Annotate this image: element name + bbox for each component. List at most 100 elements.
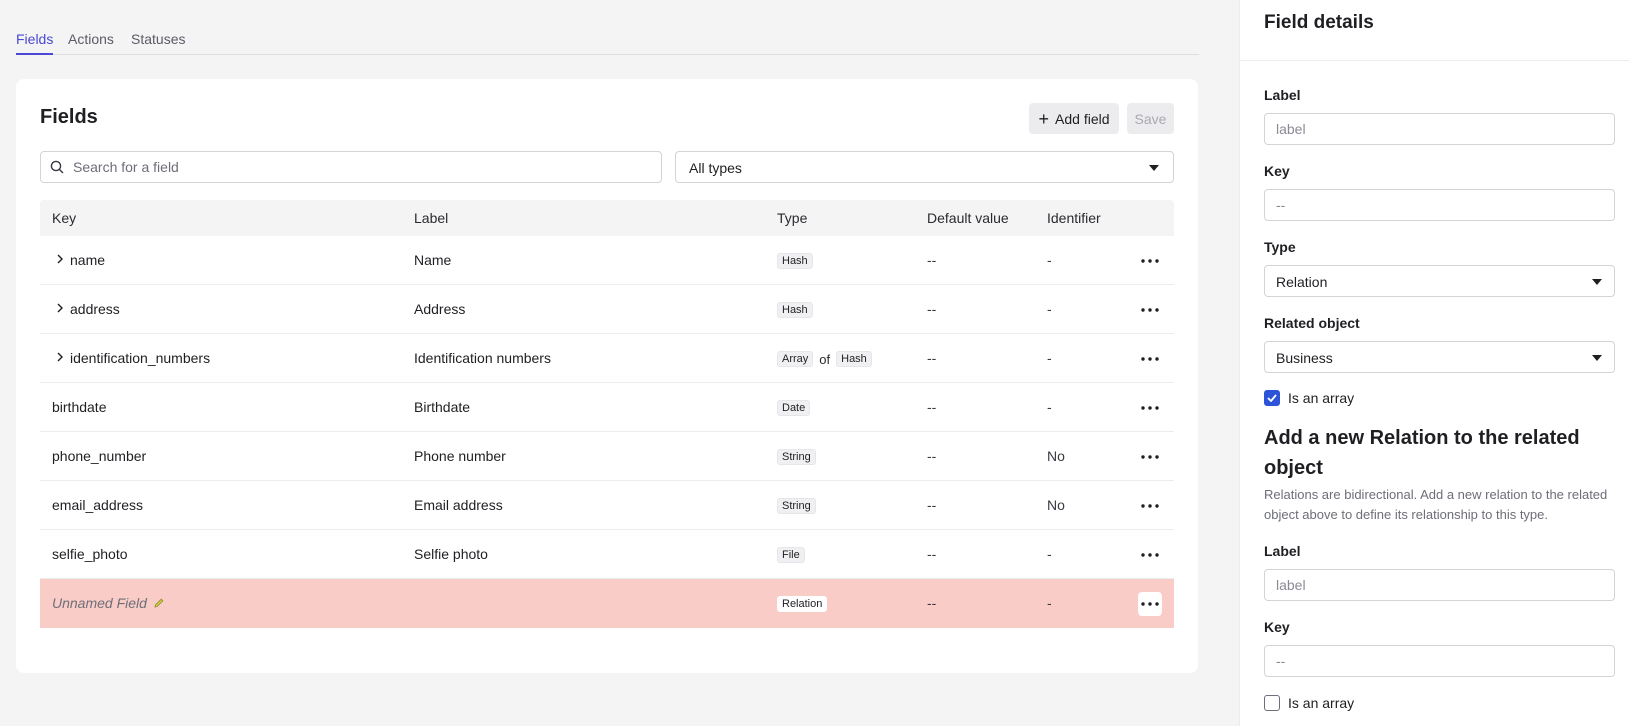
checkbox-unchecked[interactable] bbox=[1264, 695, 1280, 711]
more-options-button[interactable] bbox=[1138, 396, 1162, 420]
relation-is-array-label: Is an array bbox=[1288, 695, 1355, 711]
header-default-value: Default value bbox=[927, 210, 1009, 226]
table-row[interactable]: selfie_photo Selfie photo File -- - bbox=[40, 530, 1174, 579]
row-default: -- bbox=[927, 448, 937, 464]
row-default: -- bbox=[927, 497, 937, 513]
more-horizontal-icon bbox=[1141, 259, 1159, 263]
table-row-unnamed[interactable]: Unnamed Field Relation -- - bbox=[40, 579, 1174, 628]
relation-key-field-label: Key bbox=[1264, 619, 1290, 635]
label-field[interactable] bbox=[1264, 113, 1615, 145]
row-type: Hash bbox=[777, 253, 813, 269]
row-key: phone_number bbox=[52, 448, 147, 464]
more-options-button[interactable] bbox=[1138, 347, 1162, 371]
table-row[interactable]: birthdate Birthdate Date -- - bbox=[40, 383, 1174, 432]
header-type: Type bbox=[777, 210, 808, 226]
chevron-right-icon[interactable] bbox=[54, 302, 66, 314]
row-label: Birthdate bbox=[414, 399, 471, 415]
table-row[interactable]: email_address Email address String -- No bbox=[40, 481, 1174, 530]
pencil-icon[interactable] bbox=[153, 597, 165, 609]
related-object-label: Related object bbox=[1264, 315, 1360, 331]
is-array-checkbox[interactable]: Is an array bbox=[1264, 390, 1354, 406]
key-field-label: Key bbox=[1264, 163, 1290, 179]
relation-key-field[interactable] bbox=[1264, 645, 1615, 677]
tab-fields[interactable]: Fields bbox=[16, 31, 54, 55]
checkbox-checked[interactable] bbox=[1264, 390, 1280, 406]
relation-is-array-checkbox[interactable]: Is an array bbox=[1264, 695, 1354, 711]
row-default: -- bbox=[927, 595, 937, 611]
more-options-button[interactable] bbox=[1138, 298, 1162, 322]
fields-table: Key Label Type Default value Identifier … bbox=[40, 200, 1174, 628]
more-options-button[interactable] bbox=[1138, 494, 1162, 518]
table-row[interactable]: address Address Hash -- - bbox=[40, 285, 1174, 334]
row-type: Date bbox=[777, 400, 811, 416]
row-key: birthdate bbox=[52, 399, 107, 415]
more-options-button[interactable] bbox=[1138, 543, 1162, 567]
tab-statuses[interactable]: Statuses bbox=[131, 31, 185, 55]
check-icon bbox=[1267, 394, 1277, 402]
row-key[interactable]: Unnamed Field bbox=[52, 595, 165, 611]
row-key: address bbox=[70, 301, 120, 317]
save-button[interactable]: Save bbox=[1127, 103, 1174, 134]
chevron-down-icon bbox=[1592, 279, 1602, 285]
type-badge: Hash bbox=[836, 351, 872, 367]
row-default: -- bbox=[927, 350, 937, 366]
label-input[interactable] bbox=[1265, 114, 1614, 144]
type-select[interactable]: Relation bbox=[1264, 265, 1615, 297]
new-relation-heading: Add a new Relation to the related object bbox=[1264, 427, 1580, 479]
row-label: Identification numbers bbox=[414, 350, 551, 366]
add-field-button[interactable]: + Add field bbox=[1029, 103, 1119, 134]
fields-card: Fields + Add field Save All types Key La… bbox=[16, 79, 1198, 673]
row-identifier: - bbox=[1047, 301, 1052, 317]
relation-key-input[interactable] bbox=[1265, 646, 1614, 676]
header-label: Label bbox=[414, 210, 449, 226]
row-default: -- bbox=[927, 301, 937, 317]
key-input[interactable] bbox=[1265, 190, 1614, 220]
more-options-button[interactable] bbox=[1138, 249, 1162, 273]
chevron-down-icon bbox=[1149, 165, 1159, 171]
row-label: Email address bbox=[414, 497, 503, 513]
row-identifier: - bbox=[1047, 546, 1052, 562]
label-field-label: Label bbox=[1264, 87, 1301, 103]
more-options-button[interactable] bbox=[1138, 445, 1162, 469]
relation-label-field[interactable] bbox=[1264, 569, 1615, 601]
more-horizontal-icon bbox=[1141, 406, 1159, 410]
search-field[interactable] bbox=[40, 151, 662, 183]
more-horizontal-icon bbox=[1141, 504, 1159, 508]
type-badge: File bbox=[777, 547, 805, 563]
row-type: Array of Hash bbox=[777, 351, 872, 367]
type-filter-value: All types bbox=[689, 160, 742, 176]
chevron-right-icon[interactable] bbox=[54, 351, 66, 363]
type-select-value: Relation bbox=[1276, 274, 1328, 290]
header-identifier: Identifier bbox=[1047, 210, 1101, 226]
tab-actions[interactable]: Actions bbox=[68, 31, 114, 55]
row-label: Name bbox=[414, 252, 452, 268]
table-row[interactable]: phone_number Phone number String -- No bbox=[40, 432, 1174, 481]
type-badge: String bbox=[777, 449, 816, 465]
related-object-select[interactable]: Business bbox=[1264, 341, 1615, 373]
type-badge: Hash bbox=[777, 302, 813, 318]
type-filter-select[interactable]: All types bbox=[675, 151, 1174, 183]
more-options-button[interactable] bbox=[1138, 592, 1162, 616]
main-area: Fields Actions Statuses Fields + Add fie… bbox=[0, 0, 1239, 726]
relation-label-input[interactable] bbox=[1265, 570, 1614, 600]
chevron-right-icon[interactable] bbox=[54, 253, 66, 265]
new-relation-description: Relations are bidirectional. Add a new r… bbox=[1264, 487, 1608, 522]
page-title: Fields bbox=[40, 106, 98, 128]
row-default: -- bbox=[927, 399, 937, 415]
table-row[interactable]: name Name Hash -- - bbox=[40, 236, 1174, 285]
divider bbox=[1240, 60, 1629, 61]
chevron-down-icon bbox=[1592, 355, 1602, 361]
row-label: Address bbox=[414, 301, 466, 317]
is-array-label: Is an array bbox=[1288, 390, 1355, 406]
related-object-value: Business bbox=[1276, 350, 1333, 366]
type-badge: String bbox=[777, 498, 816, 514]
table-row[interactable]: identification_numbers Identification nu… bbox=[40, 334, 1174, 383]
row-identifier: - bbox=[1047, 252, 1052, 268]
row-key: name bbox=[70, 252, 106, 268]
row-label: Phone number bbox=[414, 448, 506, 464]
header-key: Key bbox=[52, 210, 77, 226]
row-identifier: - bbox=[1047, 595, 1052, 611]
key-field[interactable] bbox=[1264, 189, 1615, 221]
type-badge: Hash bbox=[777, 253, 813, 269]
search-input[interactable] bbox=[73, 152, 653, 182]
